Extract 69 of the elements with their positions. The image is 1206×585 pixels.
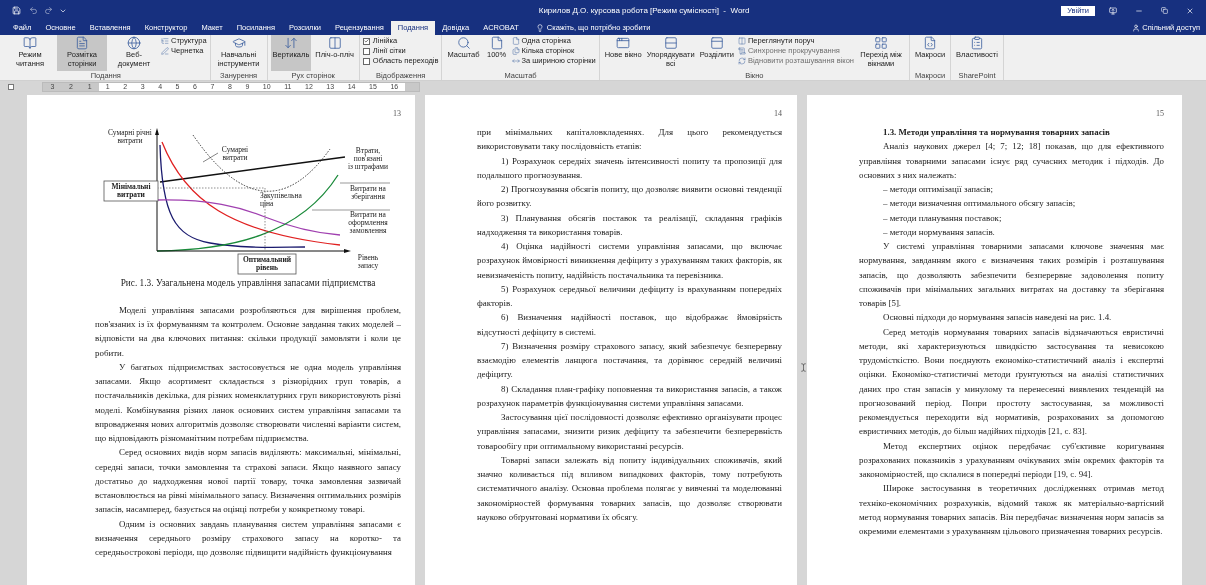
columns-icon [737,37,746,45]
paragraph: Серед основних видів норм запасів виділяють: максимальні, мінімальні, середні запаси, точки замовлення та страхові запаси. Якщо наявного запасу достатньо до надходження нової партії товару, точка замовлення зазвичай встановлюється на рівні мінімального запасу. Визначення оптимальних розмірів запасів, насамперед, базується на оцінці потреби у конкретному товарі. [95,446,401,517]
paragraph: Аналіз наукових джерел [4; 7; 12; 18] показав, що для ефективного управління товарними запасами існує ряд сучасних методик і підходів. До основних з них належать: [859,140,1164,182]
paragraph: Товарні запаси залежать від попиту індивідуальних споживачів, який значно коливається під впливом випадкових факторів, тому потребують систематичного аналізу. Основна проблема полягає у вивченні та моделюванні закономірностей формування товарних запасів, що дозволяє створювати науково обґрунтовані нормативи їх обсягу. [477,453,782,524]
windows-grid-icon [874,36,888,50]
paragraph: при мінімальних капіталовкладеннях. Для цього рекомендується використовувати таку послідовність етапів: [477,126,782,154]
checkbox[interactable] [362,57,370,65]
split-icon [709,36,724,50]
macro-icon [923,36,938,50]
person-icon [1132,24,1141,32]
save-icon[interactable] [12,6,21,15]
paragraph: 7) Визначення розміру страхового запасу, який забезпечує безперервну взаємодію елементів ланцюга постачання, та дорівнює середній величині дефіциту. [477,339,782,382]
restore-icon[interactable] [1161,7,1168,14]
page-icon [75,36,89,50]
refresh-icon [737,57,746,65]
window-title: Кирилов Д.О. курсова робота [Режим сумісності] - Word [538,4,750,17]
paragraph: 8) Складання план-графіку поповнення та використання запасів, а також розрахунок параметрів функціонування системи управління запасами. [477,382,782,410]
page-number: 15 [1155,109,1164,119]
check-icon [363,38,369,44]
leader-line [202,152,219,163]
lightbulb-icon [535,24,544,32]
redo-icon[interactable] [44,6,53,15]
paragraph: 1) Розрахунок середніх значень інтенсивності попиту та пропозиції для подальшого прогнозування. [477,154,782,182]
paragraph: Метод експертних оцінок передбачає суб'єктивне коригування розрахованих показників з урахуванням очікуваних змін окремих факторів та закономірностей, що склалися в попередні періоди [19, с. 94]. [859,439,1164,481]
list-item: – методи оптимізації запасів; [882,183,994,196]
paragraph: Широке застосування в теоретичних дослідженнях отримав метод техніко-економічних розрахунків, відомий також як матеріально-вартісний метод нормування товарних запасів. Він передбачає визначення норм запасів за окремими елементами з урахуванням цільового призначення товарних ресурсів. [859,482,1164,538]
page-icon [511,37,520,45]
horizontal-arrows-icon [511,57,520,65]
list-item: – методи визначення оптимального обсягу запасів; [882,197,1077,211]
list-item: – методи планування поставок; [882,211,1003,225]
outline-icon [161,37,169,45]
page-number: 14 [773,109,782,119]
paragraph: 2) Прогнозування обсягів попиту, що дозволяє виявити основні тенденції його розвитку. [477,183,782,211]
paragraph: У системі управління товарними запасами ключове значення має нормування, завданням якого є визначення таких розмірів і розташування запасів, що дозволяють забезпечити безперервне задоволення попиту споживачів при мінімальних загальних витратах на доставку та зберігання товарів [5]. [859,240,1164,310]
figure-caption: Рис. 1.3. Узагальнена модель управління запасами підприємства [119,277,377,290]
search-icon [456,36,471,50]
undo-icon[interactable] [29,6,38,15]
rows-icon [663,36,678,50]
vertical-arrows-icon [283,36,298,50]
paragraph: 5) Розрахунок середньої величини дефіциту із врахуванням попередніх факторів. [477,282,782,310]
columns-icon [327,36,342,50]
leader-line [339,182,391,184]
paragraph: Одним із основних завдань планування систем управління запасами є визначення середнього розміру страхового запасу на коротко- та середньострокові періоди, що дозволяє підвищити надійність функціонування [95,517,401,560]
paragraph: Серед методів нормування товарних запасів відзначаються евристичні методи, які характеризуються швидкістю застосування та невисокою трудомісткістю. Вони поєднують економіко-статистичний аналіз і експертні оцінки. Економіко-статистичні методи ґрунтуються на аналізі статистичних даних про стан запасів у минулому та перенесенні виявлених тенденцій на прогнозований період. Попри простоту застосування, за можливості рекомендується переходити від нормативів, розрахованих за допомогою евристичних методів, до більш надійних підходів [21, с. 83]. [859,325,1164,439]
page-icon [489,36,504,50]
book-icon [23,36,37,50]
globe-icon [127,36,141,50]
pen-icon [161,47,169,55]
pages-icon [511,47,520,55]
paragraph: Основні підходи до нормування запасів наведені на рис. 1.4. [882,311,1113,325]
properties-icon [970,36,984,50]
graduation-cap-icon [231,36,246,50]
tab-stop-icon[interactable] [8,83,14,90]
checkbox[interactable] [362,47,370,55]
list-item: – методи нормування запасів. [882,225,996,239]
paragraph: 4) Оцінка надійності системи управління запасами, що включає розрахунок ймовірності виникнення дефіциту з урахуванням таких факторів, як невизначеність попиту, надійність постачальника та перевізника. [477,240,782,282]
page-number: 13 [392,109,401,119]
paragraph: Моделі управління запасами розробляються для вирішення проблем, пов'язаних із їх формуванням та контролем. Основне завдання таких моделей – відповісти на два ключових питання: скільки продукції замовляти і коли це робити. [95,303,401,360]
paragraph: 3) Планування обсягів поставок та реалізації, складання графіків надходження та використання товарів. [477,211,782,239]
paragraph: У багатьох підприємствах застосовується не одна модель управління запасами. Якщо асортимент складається з різнорідних груп товарів, а постачальників декілька, для різних номенклатурних груп використовують різні моделі. Комбінування різних ланок основних систем управління запасами та впровадження нових алгоритмів дозволяє створювати численні варіанти систем, що відповідають різноманітним потребам підприємства. [95,360,401,446]
section-heading: 1.3. Методи управління та нормування товарних запасів [882,126,1111,139]
scroll-icon [737,47,746,55]
paragraph: Застосування цієї послідовності дозволяє ефективно організувати процес управління запасами, знизити ризик дефіциту та забезпечити безперервність товарообігу при оптимальному використанні ресурсів. [477,411,782,453]
paragraph: 6) Визначення надійності поставок, що відображає ймовірність відсутності дефіциту в системі. [477,311,782,339]
checkbox[interactable] [362,37,370,45]
text-cursor-icon [799,363,808,372]
window-icon [616,36,631,50]
display-options-icon[interactable] [1109,6,1117,15]
close-icon[interactable] [1186,6,1194,15]
